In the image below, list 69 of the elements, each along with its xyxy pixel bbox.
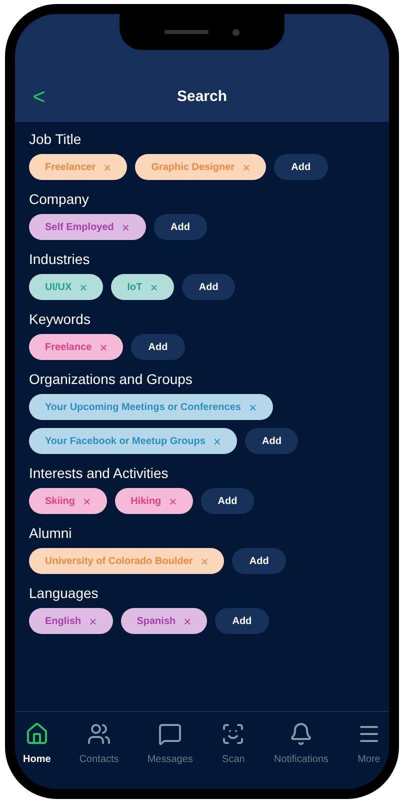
add-button[interactable]: Add: [232, 548, 286, 574]
house-icon: [24, 722, 49, 746]
tag-label: IoT: [127, 280, 142, 294]
screen-title: Search: [176, 86, 228, 106]
remove-button[interactable]: ×: [104, 160, 112, 174]
section-label: Alumni: [29, 524, 73, 542]
remove-button[interactable]: ×: [169, 494, 177, 508]
tag-label: Skiing: [45, 494, 76, 508]
remove-button[interactable]: ×: [100, 340, 108, 354]
tag-chip[interactable]: Hiking ×: [114, 488, 193, 514]
remove-button[interactable]: ×: [248, 400, 257, 414]
remove-button[interactable]: ×: [83, 494, 91, 508]
remove-button[interactable]: ×: [200, 554, 208, 568]
tag-label: Spanish: [136, 614, 176, 628]
add-button[interactable]: Add: [154, 214, 207, 240]
remove-button[interactable]: ×: [122, 220, 130, 234]
section-label: Industries: [29, 250, 91, 268]
section-label: Languages: [29, 584, 100, 602]
face-scan-icon: [221, 722, 246, 746]
section-label: Organizations and Groups: [29, 370, 194, 388]
nav-tab[interactable]: More: [354, 722, 383, 767]
tag-chip[interactable]: University of Colorado Boulder ×: [29, 548, 224, 574]
chat-icon: [158, 722, 182, 746]
add-button[interactable]: Add: [182, 274, 236, 300]
tag-chip[interactable]: English ×: [29, 608, 113, 634]
tag-chip[interactable]: Graphic Designer ×: [135, 154, 266, 180]
people-icon: [87, 722, 112, 746]
nav-tab[interactable]: Scan: [219, 722, 248, 767]
tag-label: UI/UX: [45, 280, 72, 294]
section-label: Job Title: [29, 130, 82, 148]
back-button[interactable]: <: [27, 86, 51, 108]
section-label: Keywords: [29, 310, 92, 328]
section-label: Interests and Activities: [29, 464, 170, 482]
nav-tab[interactable]: Contacts: [77, 722, 121, 767]
remove-button[interactable]: ×: [150, 280, 158, 294]
add-button[interactable]: Add: [274, 154, 328, 180]
tag-chip[interactable]: Self Employed ×: [29, 214, 146, 240]
add-button[interactable]: Add: [215, 608, 269, 634]
remove-button[interactable]: ×: [242, 160, 250, 174]
tag-chip[interactable]: Freelancer ×: [29, 154, 128, 180]
remove-button[interactable]: ×: [80, 280, 88, 294]
tag-label: Your Facebook or Meetup Groups: [45, 434, 206, 448]
tag-chip[interactable]: Skiing ×: [29, 488, 107, 514]
tag-label: Freelancer: [45, 160, 96, 174]
tag-chip[interactable]: Your Upcoming Meetings or Conferences ×: [29, 394, 273, 420]
tag-label: English: [45, 614, 82, 628]
tag-chip[interactable]: UI/UX ×: [29, 274, 104, 300]
tag-chip[interactable]: Spanish ×: [120, 608, 208, 634]
tag-label: Freelance: [45, 340, 92, 354]
tag-label: Graphic Designer: [151, 160, 235, 174]
tag-chip[interactable]: IoT ×: [111, 274, 174, 300]
nav-tab[interactable]: Messages: [145, 722, 195, 767]
remove-button[interactable]: ×: [184, 614, 192, 628]
bell-icon: [289, 722, 314, 746]
add-button[interactable]: Add: [200, 488, 254, 514]
remove-button[interactable]: ×: [213, 434, 221, 448]
speaker-grille: [164, 30, 208, 34]
tag-label: University of Colorado Boulder: [45, 554, 193, 568]
nav-tab[interactable]: Notifications: [272, 722, 330, 767]
add-button[interactable]: Add: [244, 428, 298, 454]
tag-label: Self Employed: [45, 220, 114, 234]
add-button[interactable]: Add: [131, 334, 185, 360]
tag-chip[interactable]: Freelance ×: [29, 334, 124, 360]
tag-chip[interactable]: Your Facebook or Meetup Groups ×: [29, 428, 237, 454]
tag-label: Your Upcoming Meetings or Conferences: [45, 400, 241, 414]
nav-tab[interactable]: Home: [21, 722, 53, 767]
remove-button[interactable]: ×: [89, 614, 97, 628]
tag-label: Hiking: [130, 494, 162, 508]
section-label: Company: [29, 190, 90, 208]
